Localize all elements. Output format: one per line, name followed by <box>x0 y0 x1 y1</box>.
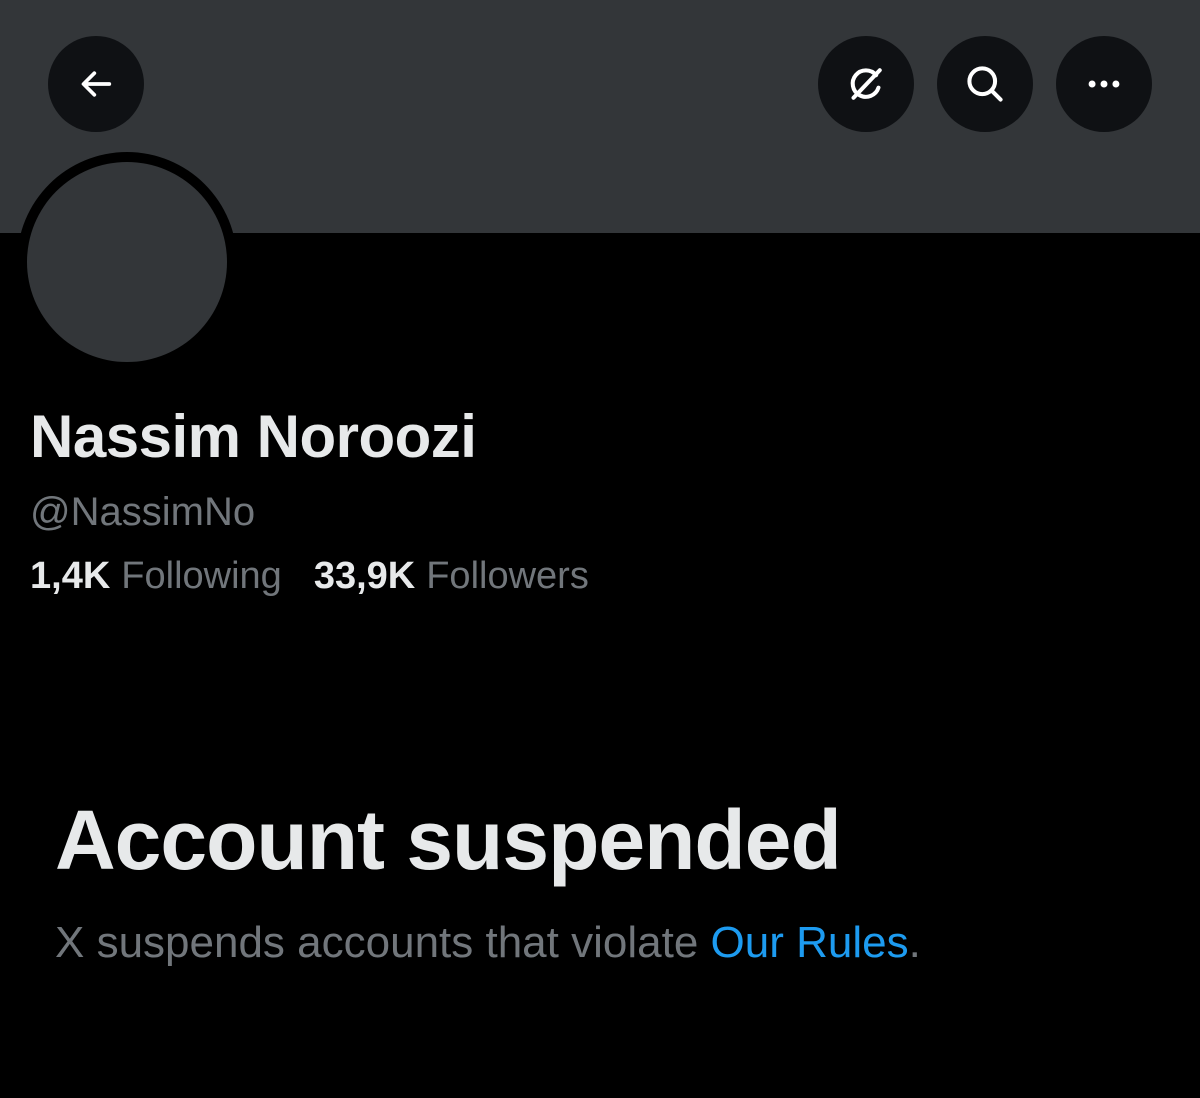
grok-button[interactable] <box>818 36 914 132</box>
suspension-message: X suspends accounts that violate Our Rul… <box>55 918 921 968</box>
search-icon <box>967 66 1003 102</box>
following-link[interactable]: 1,4K Following <box>30 555 282 598</box>
profile-stats: 1,4K Following 33,9K Followers <box>30 555 589 598</box>
followers-count: 33,9K <box>313 555 416 597</box>
grok-icon <box>850 68 882 100</box>
following-count: 1,4K <box>30 555 111 597</box>
suspension-title: Account suspended <box>55 793 842 887</box>
arrow-left-icon <box>81 71 112 97</box>
display-name: Nassim Noroozi <box>30 403 477 470</box>
suspension-message-text: X suspends accounts that violate <box>55 918 711 967</box>
avatar[interactable] <box>17 152 237 372</box>
followers-label: Followers <box>426 555 589 597</box>
back-button[interactable] <box>48 36 144 132</box>
following-label: Following <box>121 555 282 597</box>
our-rules-link[interactable]: Our Rules <box>711 918 909 967</box>
search-button[interactable] <box>937 36 1033 132</box>
more-horizontal-icon <box>1088 80 1120 88</box>
more-options-button[interactable] <box>1056 36 1152 132</box>
user-handle: @NassimNo <box>30 490 256 534</box>
followers-link[interactable]: 33,9K Followers <box>314 555 589 598</box>
avatar-placeholder <box>27 162 227 362</box>
suspension-message-period: . <box>908 918 921 967</box>
